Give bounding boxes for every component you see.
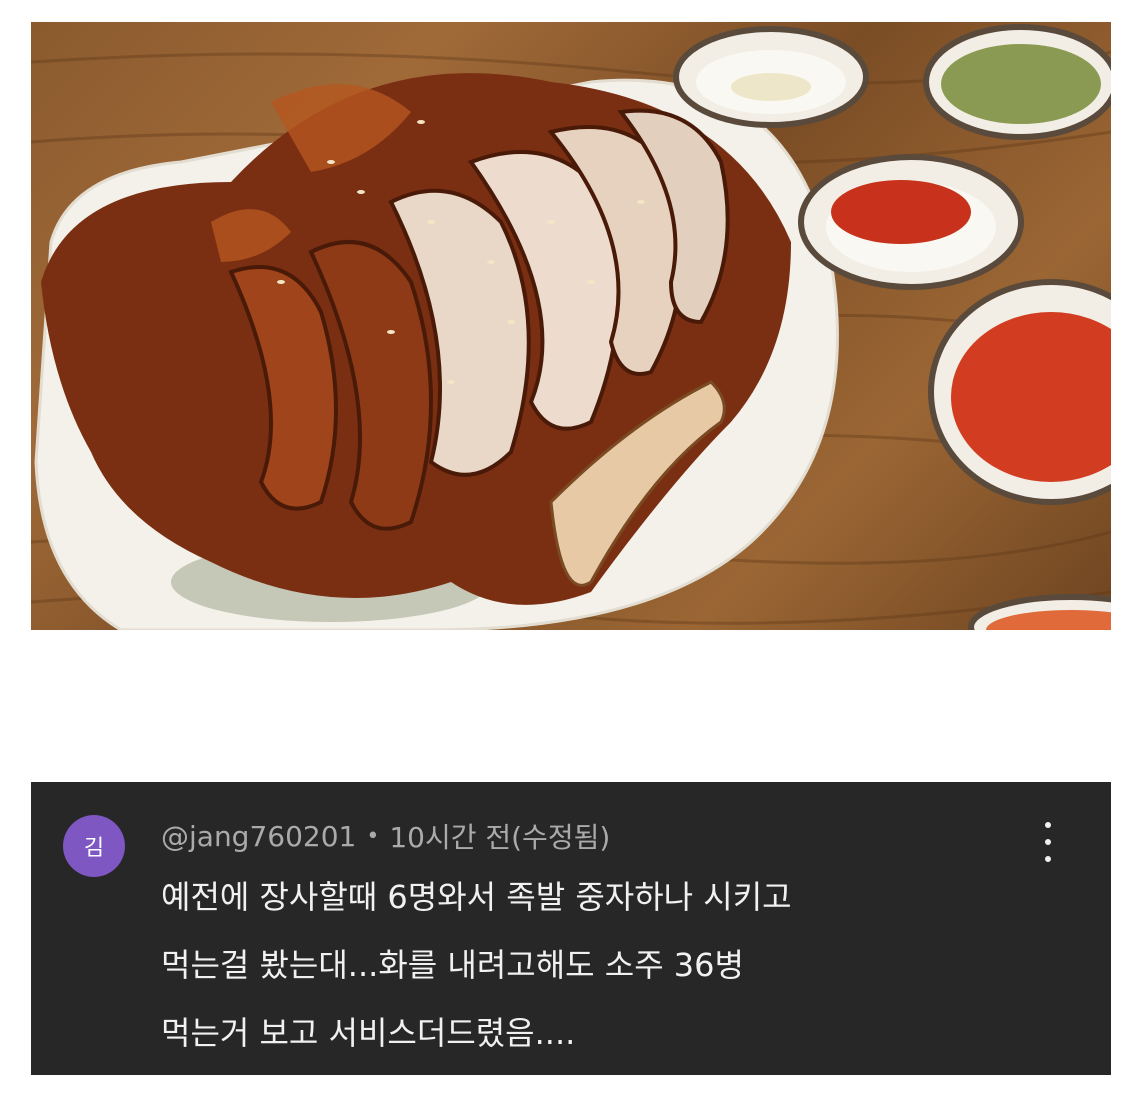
more-dot — [1045, 839, 1051, 845]
page: 김 @jang760201 • 10시간 전(수정됨) 예전에 장사할때 6명와… — [0, 0, 1142, 1095]
comment-text-line: 먹는거 보고 서비스더드렸음.... — [161, 1014, 576, 1052]
comment-timestamp[interactable]: 10시간 전(수정됨) — [389, 816, 610, 856]
more-dot — [1045, 856, 1051, 862]
meta-separator: • — [366, 823, 380, 849]
comment-text: 예전에 장사할때 6명와서 족발 중자하나 시키고 먹는걸 봤는대...화를 내… — [161, 870, 1061, 1074]
comment-username[interactable]: @jang760201 — [161, 820, 356, 853]
comment-text-line: 예전에 장사할때 6명와서 족발 중자하나 시키고 — [161, 878, 792, 916]
food-photo-illustration — [31, 24, 1111, 630]
comment-meta: @jang760201 • 10시간 전(수정됨) — [161, 816, 610, 856]
comment-text-line: 먹는걸 봤는대...화를 내려고해도 소주 36병 — [161, 946, 744, 984]
more-dot — [1045, 822, 1051, 828]
avatar-letter: 김 — [83, 836, 105, 861]
avatar[interactable]: 김 — [63, 815, 125, 877]
food-photo — [31, 22, 1111, 630]
more-options-icon[interactable] — [1035, 822, 1061, 862]
comment-card: 김 @jang760201 • 10시간 전(수정됨) 예전에 장사할때 6명와… — [31, 782, 1111, 1075]
